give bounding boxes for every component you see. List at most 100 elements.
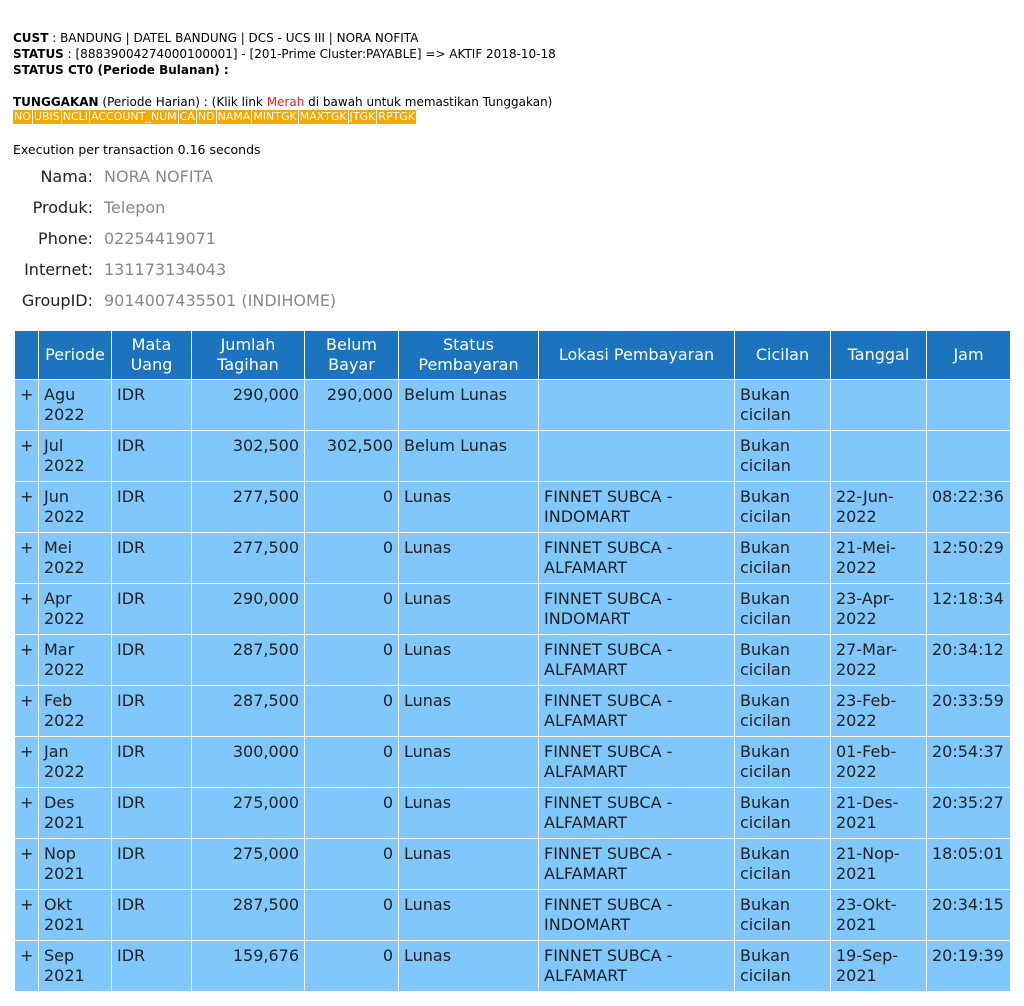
tunggakan-column-header: NAMA <box>216 110 253 124</box>
expand-row-button[interactable]: + <box>14 481 39 533</box>
status-line: STATUS : [88839004274000100001] - [201-P… <box>13 46 556 62</box>
table-body: + Agu 2022 IDR 290,000 290,000 Belum Lunas Buk… <box>14 379 1011 992</box>
currency-cell: IDR <box>111 889 192 941</box>
installment-cell: Bukan cicilan <box>734 430 831 482</box>
column-header: Jumlah Tagihan <box>191 330 305 380</box>
unpaid-amount-cell: 0 <box>304 736 399 788</box>
customer-header: CUST : BANDUNG | DATEL BANDUNG | DCS - U… <box>13 30 556 124</box>
tunggakan-line: TUNGGAKAN (Periode Harian) : (Klik link … <box>13 94 556 110</box>
status-cell: Lunas <box>398 532 539 584</box>
installment-cell: Bukan cicilan <box>734 889 831 941</box>
location-cell: FINNET SUBCA - ALFAMART <box>538 685 735 737</box>
time-cell: 20:33:59 <box>926 685 1011 737</box>
status-cell: Lunas <box>398 889 539 941</box>
status-cell: Belum Lunas <box>398 379 539 431</box>
amount-cell: 287,500 <box>191 685 305 737</box>
location-cell: FINNET SUBCA - INDOMART <box>538 481 735 533</box>
time-cell: 20:19:39 <box>926 940 1011 992</box>
status-cell: Lunas <box>398 787 539 839</box>
expand-row-button[interactable]: + <box>14 634 39 686</box>
unpaid-amount-cell: 0 <box>304 583 399 635</box>
tunggakan-column-header: ND <box>196 110 217 124</box>
amount-cell: 277,500 <box>191 532 305 584</box>
info-label: Internet: <box>24 260 93 279</box>
date-cell <box>830 430 927 482</box>
status-label: STATUS <box>13 47 64 61</box>
info-value: 131173134043 <box>104 260 227 279</box>
time-cell: 12:18:34 <box>926 583 1011 635</box>
tunggakan-column-header: MINTGK <box>252 110 299 124</box>
location-cell: FINNET SUBCA - INDOMART <box>538 583 735 635</box>
date-cell: 19-Sep-2021 <box>830 940 927 992</box>
unpaid-amount-cell: 0 <box>304 634 399 686</box>
expand-row-button[interactable]: + <box>14 532 39 584</box>
expand-row-button[interactable]: + <box>14 940 39 992</box>
info-value: NORA NOFITA <box>104 167 214 186</box>
location-cell <box>538 430 735 482</box>
amount-cell: 275,000 <box>191 838 305 890</box>
periode-cell: Nop 2021 <box>38 838 112 890</box>
expand-row-button[interactable]: + <box>14 838 39 890</box>
currency-cell: IDR <box>111 583 192 635</box>
installment-cell: Bukan cicilan <box>734 634 831 686</box>
amount-cell: 302,500 <box>191 430 305 482</box>
unpaid-amount-cell: 0 <box>304 685 399 737</box>
date-cell: 21-Mei-2022 <box>830 532 927 584</box>
installment-cell: Bukan cicilan <box>734 481 831 533</box>
info-label: Nama: <box>40 167 93 186</box>
installment-cell: Bukan cicilan <box>734 379 831 431</box>
currency-cell: IDR <box>111 532 192 584</box>
periode-cell: Agu 2022 <box>38 379 112 431</box>
installment-cell: Bukan cicilan <box>734 940 831 992</box>
table-row: + Mei 2022 IDR 277,500 0 Lunas FINNET SUBCA - … <box>14 532 1011 584</box>
periode-cell: Feb 2022 <box>38 685 112 737</box>
date-cell <box>830 379 927 431</box>
expand-row-button[interactable]: + <box>14 736 39 788</box>
location-cell: FINNET SUBCA - ALFAMART <box>538 787 735 839</box>
location-cell <box>538 379 735 431</box>
amount-cell: 300,000 <box>191 736 305 788</box>
status-cell: Lunas <box>398 736 539 788</box>
info-value: 9014007435501 (INDIHOME) <box>104 291 337 310</box>
tunggakan-text-1: (Periode Harian) : (Klik link <box>98 95 267 109</box>
date-cell: 23-Okt-2021 <box>830 889 927 941</box>
currency-cell: IDR <box>111 634 192 686</box>
column-header: Periode <box>38 330 112 380</box>
date-cell: 21-Nop-2021 <box>830 838 927 890</box>
currency-cell: IDR <box>111 787 192 839</box>
expand-row-button[interactable]: + <box>14 379 39 431</box>
table-row: + Des 2021 IDR 275,000 0 Lunas FINNET SUBCA - … <box>14 787 1011 839</box>
periode-cell: Jul 2022 <box>38 430 112 482</box>
cust-line: CUST : BANDUNG | DATEL BANDUNG | DCS - U… <box>13 30 556 46</box>
installment-cell: Bukan cicilan <box>734 685 831 737</box>
column-header: Belum Bayar <box>304 330 399 380</box>
periode-cell: Apr 2022 <box>38 583 112 635</box>
time-cell: 20:35:27 <box>926 787 1011 839</box>
status-cell: Lunas <box>398 838 539 890</box>
expand-row-button[interactable]: + <box>14 787 39 839</box>
expand-row-button[interactable]: + <box>14 430 39 482</box>
tunggakan-column-header: NCLI <box>61 110 91 124</box>
info-label: Phone: <box>38 229 93 248</box>
info-label: GroupID: <box>21 291 93 310</box>
expand-row-button[interactable]: + <box>14 889 39 941</box>
tunggakan-red-text: Merah <box>266 95 305 109</box>
info-row: GroupID: 9014007435501 (INDIHOME) <box>13 285 336 316</box>
expand-row-button[interactable]: + <box>14 685 39 737</box>
status-cell: Belum Lunas <box>398 430 539 482</box>
info-row: Produk: Telepon <box>13 192 336 223</box>
location-cell: FINNET SUBCA - ALFAMART <box>538 736 735 788</box>
tunggakan-column-header: RPTGK <box>377 110 418 124</box>
table-row: + Okt 2021 IDR 287,500 0 Lunas FINNET SUBCA - … <box>14 889 1011 941</box>
tunggakan-label: TUNGGAKAN <box>13 95 99 109</box>
unpaid-amount-cell: 0 <box>304 532 399 584</box>
status-cell: Lunas <box>398 481 539 533</box>
expand-row-button[interactable]: + <box>14 583 39 635</box>
status-cell: Lunas <box>398 685 539 737</box>
date-cell: 01-Feb-2022 <box>830 736 927 788</box>
currency-cell: IDR <box>111 481 192 533</box>
table-row: + Jul 2022 IDR 302,500 302,500 Belum Lunas Buk… <box>14 430 1011 482</box>
table-row: + Mar 2022 IDR 287,500 0 Lunas FINNET SUBCA - … <box>14 634 1011 686</box>
tunggakan-column-header: NO <box>13 110 33 124</box>
unpaid-amount-cell: 290,000 <box>304 379 399 431</box>
